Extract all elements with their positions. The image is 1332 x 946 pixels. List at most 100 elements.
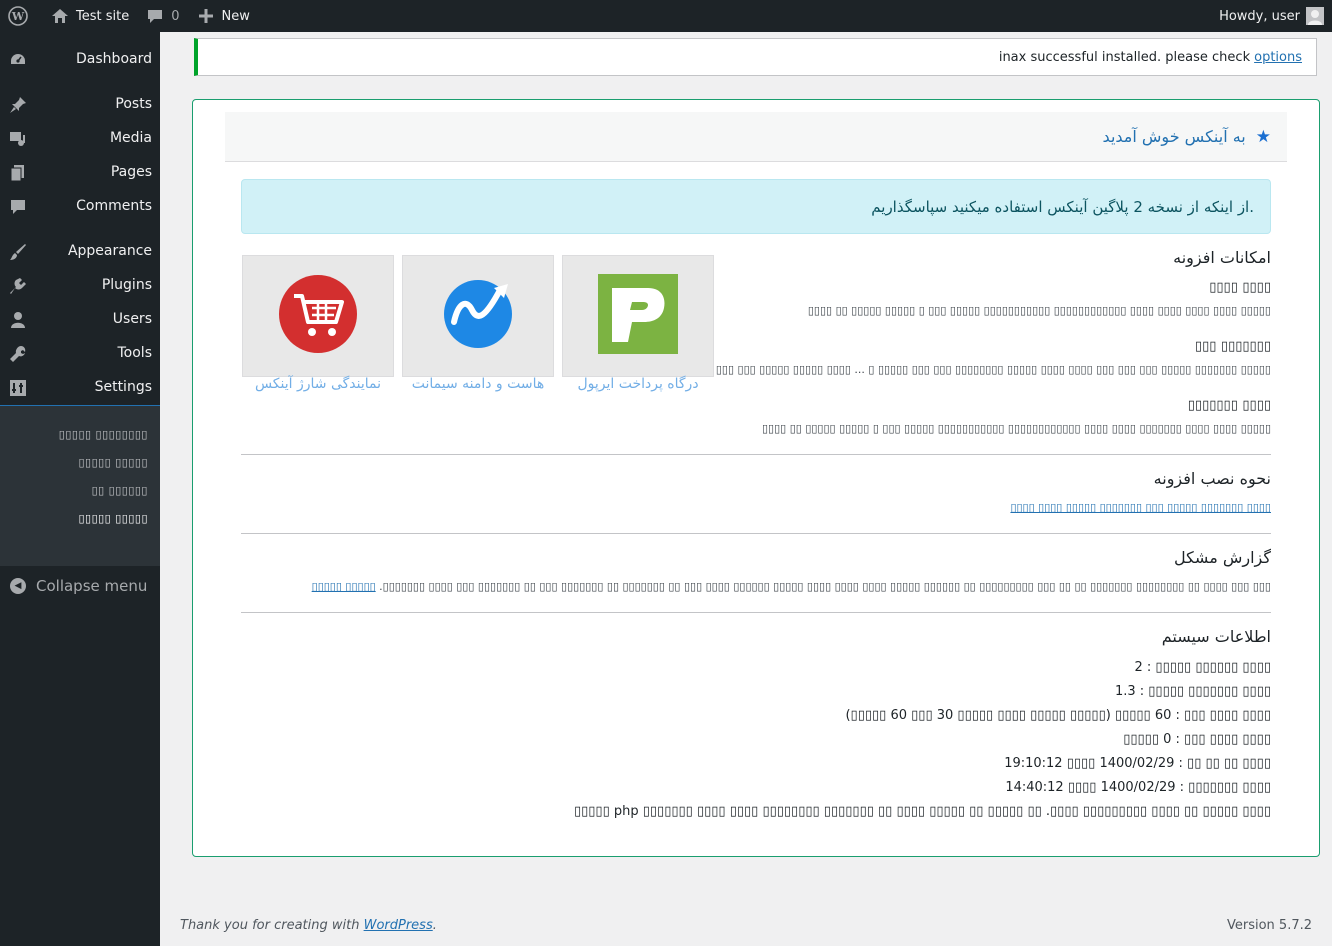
footer-thanks: Thank you for creating with WordPress. [180, 918, 437, 933]
report-heading: گزارش مشکل [1173, 548, 1271, 567]
info-text: .از اینکه از نسخه 2 پلاگین آینکس استفاده… [871, 197, 1254, 216]
system-info-line: ▯▯▯▯ ▯▯▯▯ ▯▯▯ : 60 ▯▯▯▯▯ (▯▯▯▯▯ ▯▯▯▯▯ ▯▯… [845, 708, 1271, 723]
system-info-line: ▯▯▯▯ ▯▯▯▯▯▯▯ : 1400/02/29 ▯▯▯▯ 14:40:12 [1005, 780, 1271, 795]
submenu-item[interactable]: ▯▯ ▯▯▯▯▯▯ [92, 484, 148, 497]
plugin-icon [8, 276, 28, 296]
sidebar-item-settings[interactable]: Settings [0, 371, 160, 405]
inax-cart-logo-icon [278, 274, 358, 358]
report-line: ▯▯▯ ▯▯▯ ▯▯▯▯ ▯▯ ▯▯▯▯▯▯▯▯ ▯▯▯▯▯▯▯ ▯▯ ▯▯ ▯… [312, 580, 1271, 593]
new-content-link[interactable]: New [188, 0, 258, 32]
site-name-link[interactable]: Test site [42, 0, 137, 32]
footer-period: . [432, 918, 437, 933]
system-info-line: ▯▯▯▯ ▯▯ ▯▯ ▯▯ : 1400/02/29 ▯▯▯▯ 19:10:12 [1004, 756, 1271, 771]
sidebar-item-label: Pages [110, 164, 152, 180]
comment-bubble-icon [145, 6, 165, 26]
settings-icon [8, 378, 28, 398]
inax-charge-card[interactable] [242, 255, 394, 377]
wp-logo-button[interactable]: W [0, 0, 42, 32]
sidebar-item-label: Plugins [101, 277, 152, 293]
plus-icon [196, 6, 216, 26]
simanet-logo-icon [436, 276, 520, 356]
sidebar-item-comments[interactable]: Comments [0, 190, 160, 224]
feature-text: ▯▯▯▯▯ ▯▯▯▯▯▯▯ ▯▯▯▯▯ ▯▯▯ ▯▯▯ ▯▯▯ ▯▯▯▯ ▯▯▯… [715, 363, 1271, 376]
submenu-item-current[interactable]: ▯▯▯▯▯ ▯▯▯▯▯ [78, 512, 148, 525]
sidebar-item-tools[interactable]: Tools [0, 337, 160, 371]
notice-text: inax successful installed. please check [998, 49, 1251, 65]
svg-text:W: W [11, 10, 25, 23]
sidebar-item-label: Dashboard [76, 51, 152, 67]
features-heading: امکانات افزونه [1173, 248, 1271, 267]
install-line: ▯▯▯▯ ▯▯▯▯▯▯▯ ▯▯▯▯▯ ▯▯▯ ▯▯▯▯▯▯▯ ▯▯▯▯▯ ▯▯▯… [1010, 501, 1271, 514]
system-info-line: ▯▯▯▯ ▯▯▯▯▯ ▯▯ ▯▯▯▯ ▯▯▯▯▯▯▯▯▯ ▯▯▯▯. ▯▯ ▯▯… [573, 804, 1271, 819]
submenu-item[interactable]: ▯▯▯▯▯ ▯▯▯▯▯ [78, 456, 148, 469]
brush-icon [8, 242, 28, 262]
comments-count: 0 [171, 8, 180, 24]
panel-title: به آینکس خوش آمدید [1102, 127, 1246, 146]
comments-link[interactable]: 0 [137, 0, 187, 32]
report-text: ▯▯▯ ▯▯▯ ▯▯▯▯ ▯▯ ▯▯▯▯▯▯▯▯ ▯▯▯▯▯▯▯ ▯▯ ▯▯ ▯… [379, 580, 1271, 593]
sidebar-item-label: Posts [115, 96, 152, 112]
irpool-logo-icon [598, 274, 678, 358]
pages-icon [8, 163, 28, 183]
install-heading: نحوه نصب افزونه [1153, 469, 1271, 488]
divider [241, 533, 1271, 534]
simanet-card-label[interactable]: هاست و دامنه سیمانت [393, 376, 563, 392]
media-icon [8, 129, 28, 149]
inax-submenu: ▯▯▯▯▯ ▯▯▯▯▯▯▯▯ ▯▯▯▯▯ ▯▯▯▯▯ ▯▯ ▯▯▯▯▯▯ ▯▯▯… [0, 406, 160, 566]
footer-thanks-text: Thank you for creating with [180, 918, 360, 933]
sidebar-item-label: Settings [94, 379, 152, 395]
sidebar-item-users[interactable]: Users [0, 303, 160, 337]
collapse-arrow-icon: ◀ [10, 578, 26, 594]
user-icon [8, 310, 28, 330]
success-notice: inax successful installed. please check … [194, 38, 1317, 76]
footer-version: Version 5.7.2 [1226, 918, 1312, 933]
avatar [1306, 7, 1324, 25]
collapse-menu-button[interactable]: ◀ Collapse menu [10, 577, 147, 595]
info-alert: .از اینکه از نسخه 2 پلاگین آینکس استفاده… [241, 179, 1271, 234]
feature-text: ▯▯▯▯▯ ▯▯▯▯ ▯▯▯▯ ▯▯▯▯▯▯▯ ▯▯▯▯ ▯▯▯▯ ▯▯▯▯▯▯… [762, 422, 1271, 435]
sidebar-item-media[interactable]: Media [0, 122, 160, 156]
submenu-item[interactable]: ▯▯▯▯▯ ▯▯▯▯▯▯▯▯ [59, 428, 148, 441]
sidebar-item-dashboard[interactable]: Dashboard [0, 43, 160, 77]
collapse-label: Collapse menu [36, 577, 148, 595]
comment-icon [8, 197, 28, 217]
home-icon [50, 6, 70, 26]
sidebar-item-label: Tools [117, 345, 153, 361]
wordpress-link[interactable]: WordPress [364, 918, 433, 933]
sidebar-item-label: Appearance [67, 243, 152, 259]
report-link[interactable]: ▯▯▯▯▯ ▯▯▯▯▯ [312, 580, 376, 593]
panel-header: ★ به آینکس خوش آمدید [225, 112, 1287, 162]
new-label: New [221, 8, 250, 24]
sidebar-item-posts[interactable]: Posts [0, 88, 160, 122]
simanet-card[interactable] [402, 255, 554, 377]
sidebar-item-label: Media [109, 130, 152, 146]
system-info-line: ▯▯▯▯ ▯▯▯▯ ▯▯▯ : 0 ▯▯▯▯▯ [1123, 732, 1271, 747]
feature-title: ▯▯▯▯ ▯▯▯▯▯▯▯ [1187, 398, 1271, 413]
wordpress-logo-icon: W [8, 6, 28, 26]
dashboard-icon [8, 50, 28, 70]
welcome-panel: ★ به آینکس خوش آمدید .از اینکه از نسخه 2… [192, 99, 1320, 857]
pin-icon [8, 95, 28, 115]
inax-charge-card-label[interactable]: نمایندگی شارژ آینکس [233, 376, 403, 392]
feature-title: ▯▯▯▯ ▯▯▯▯ [1209, 280, 1271, 295]
install-guide-link[interactable]: ▯▯▯▯ ▯▯▯▯▯▯▯ ▯▯▯▯▯ ▯▯▯ ▯▯▯▯▯▯▯ ▯▯▯▯▯ ▯▯▯… [1010, 501, 1271, 514]
system-info-heading: اطلاعات سیستم [1161, 627, 1271, 646]
irpool-card[interactable] [562, 255, 714, 377]
admin-bar: W Test site 0 New Howdy, user [0, 0, 1332, 32]
sidebar-item-plugins[interactable]: Plugins [0, 269, 160, 303]
admin-sidebar: Dashboard Posts Media Pages Comments App… [0, 32, 160, 946]
system-info-line: ▯▯▯▯ ▯▯▯▯▯▯▯ ▯▯▯▯▯ : 1.3 [1114, 684, 1271, 699]
howdy-text: Howdy, user [1219, 8, 1300, 24]
wrench-icon [8, 344, 28, 364]
divider [241, 454, 1271, 455]
divider [241, 612, 1271, 613]
feature-title: ▯▯▯▯▯▯▯ ▯▯▯ [1194, 339, 1271, 354]
options-link[interactable]: options [1254, 50, 1302, 65]
sidebar-item-label: Comments [76, 198, 152, 214]
irpool-card-label[interactable]: درگاه پرداخت ایرپول [553, 376, 723, 392]
sidebar-item-appearance[interactable]: Appearance [0, 235, 160, 269]
sidebar-item-pages[interactable]: Pages [0, 156, 160, 190]
site-name: Test site [76, 8, 130, 24]
my-account-link[interactable]: Howdy, user [1219, 7, 1332, 25]
sidebar-item-label: Users [112, 311, 152, 327]
